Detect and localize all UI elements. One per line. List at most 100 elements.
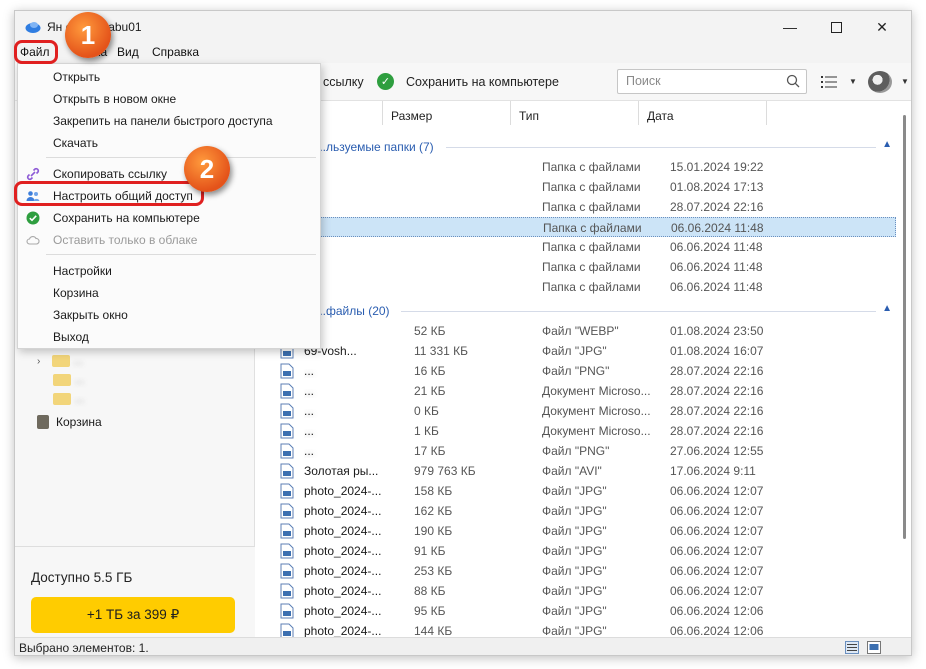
- menu-item-trash[interactable]: Корзина: [18, 282, 320, 304]
- tree-item-trash[interactable]: Корзина: [15, 412, 215, 432]
- cell-name: ...: [304, 404, 315, 418]
- scrollbar[interactable]: [903, 115, 906, 539]
- cell-type: Папка с файлами: [542, 160, 641, 174]
- file-icon: [280, 463, 294, 479]
- folder-icon: [53, 392, 71, 405]
- cell-size: 162 КБ: [414, 504, 453, 518]
- cell-name: ...: [304, 424, 315, 438]
- save-to-computer-button[interactable]: Сохранить на компьютере: [406, 75, 559, 89]
- folder-row[interactable]: ...Папка с файлами06.06.2024 11:48: [256, 277, 896, 297]
- copy-link-button[interactable]: ссылку: [323, 75, 364, 89]
- app-window: Ян ск - marabu01 — ✕ Файл ка Вид Справка…: [14, 10, 912, 656]
- column-type-header[interactable]: Тип: [511, 101, 639, 125]
- file-row[interactable]: photo_2024-... 158 КБ Файл "JPG" 06.06.2024…: [256, 481, 896, 501]
- cell-date: 06.06.2024 12:07: [670, 484, 764, 498]
- details-view-icon[interactable]: [845, 641, 859, 654]
- menu-item-exit[interactable]: Выход: [18, 326, 320, 348]
- cell-name: photo_2024-...: [304, 584, 382, 598]
- menu-item-pin[interactable]: Закрепить на панели быстрого доступа: [18, 110, 320, 132]
- file-row[interactable]: photo_2024-... 91 КБ Файл "JPG" 06.06.2024 …: [256, 541, 896, 561]
- file-row[interactable]: (1)52 КБФайл "WEBP"01.08.2024 23:50: [256, 321, 896, 341]
- file-row[interactable]: photo_2024-... 88 КБ Файл "JPG" 06.06.2024 …: [256, 581, 896, 601]
- cell-size: 91 КБ: [414, 544, 446, 558]
- file-row[interactable]: photo_2024-... 95 КБ Файл "JPG" 06.06.2024 …: [256, 601, 896, 621]
- cell-date: 15.01.2024 19:22: [670, 160, 764, 174]
- cell-date: 06.06.2024 12:07: [670, 524, 764, 538]
- cell-size: 16 КБ: [414, 364, 446, 378]
- cell-type: Документ Microso...: [542, 424, 651, 438]
- minimize-button[interactable]: —: [767, 11, 813, 43]
- view-dropdown-chevron-icon[interactable]: ▼: [849, 77, 857, 86]
- file-row[interactable]: photo_2024-... 253 КБ Файл "JPG" 06.06.2024…: [256, 561, 896, 581]
- cell-date: 01.08.2024 17:13: [670, 180, 764, 194]
- cell-date: 28.07.2024 22:16: [670, 384, 764, 398]
- file-row[interactable]: ... 17 КБ Файл "PNG" 27.06.2024 12:55: [256, 441, 896, 461]
- file-icon: [280, 583, 294, 599]
- menu-item-open[interactable]: Открыть: [18, 66, 320, 88]
- cell-date: 06.06.2024 12:07: [670, 564, 764, 578]
- avatar[interactable]: [868, 71, 892, 93]
- file-row[interactable]: ... 21 КБ Документ Microso... 28.07.2024 22…: [256, 381, 896, 401]
- cell-date: 28.07.2024 22:16: [670, 364, 764, 378]
- column-date-header[interactable]: Дата: [639, 101, 767, 125]
- tree-item-label: ...: [74, 391, 85, 405]
- menu-item-download[interactable]: Скачать: [18, 132, 320, 154]
- file-icon: [280, 363, 294, 379]
- file-icon: [280, 503, 294, 519]
- cell-type: Файл "JPG": [542, 624, 607, 638]
- column-size-header[interactable]: Размер: [383, 101, 511, 125]
- menu-item-close-window[interactable]: Закрыть окно: [18, 304, 320, 326]
- menu-help[interactable]: Справка: [152, 45, 199, 59]
- cell-date: 27.06.2024 12:55: [670, 444, 764, 458]
- file-row[interactable]: photo_2024-... 162 КБ Файл "JPG" 06.06.2024…: [256, 501, 896, 521]
- close-button[interactable]: ✕: [859, 11, 905, 43]
- cell-type: Файл "JPG": [542, 584, 607, 598]
- cell-size: 11 331 КБ: [414, 344, 469, 358]
- cell-type: Файл "JPG": [542, 504, 607, 518]
- search-icon: [786, 74, 800, 88]
- menu-item-open-new-window[interactable]: Открыть в новом окне: [18, 88, 320, 110]
- account-chevron-icon[interactable]: ▼: [901, 77, 909, 86]
- trash-icon: [37, 415, 49, 429]
- file-row[interactable]: ... 0 КБ Документ Microso... 28.07.2024 22:…: [256, 401, 896, 421]
- cloud-icon: [26, 235, 40, 245]
- collapse-chevron-icon[interactable]: ▲: [882, 303, 892, 314]
- tree-item[interactable]: ...: [53, 391, 84, 411]
- group-header-files[interactable]: ...файлы (20) ▲: [256, 303, 896, 321]
- list-view-icon[interactable]: [821, 75, 837, 89]
- search-input[interactable]: [626, 70, 786, 92]
- menu-item-cloud-only[interactable]: Оставить только в облаке: [18, 229, 320, 251]
- tree-item[interactable]: › ...: [37, 353, 83, 373]
- tiles-view-icon[interactable]: [867, 641, 881, 654]
- chevron-right-icon: ›: [37, 356, 41, 367]
- file-icon: [280, 383, 294, 399]
- file-row[interactable]: 69-vosh... 11 331 КБ Файл "JPG" 01.08.2024 …: [256, 341, 896, 361]
- file-row[interactable]: ... 16 КБ Файл "PNG" 28.07.2024 22:16: [256, 361, 896, 381]
- folder-row[interactable]: ...Папка с файлами28.07.2024 22:16: [256, 197, 896, 217]
- cell-type: Файл "JPG": [542, 564, 607, 578]
- check-icon: ✓: [377, 73, 394, 90]
- cell-date: 06.06.2024 12:07: [670, 584, 764, 598]
- folder-row[interactable]: ...Папка с файлами06.06.2024 11:48: [256, 217, 896, 237]
- collapse-chevron-icon[interactable]: ▲: [882, 139, 892, 150]
- maximize-button[interactable]: [813, 11, 859, 43]
- menu-item-settings[interactable]: Настройки: [18, 260, 320, 282]
- menu-item-save-computer[interactable]: Сохранить на компьютере: [18, 207, 320, 229]
- file-row[interactable]: ... 1 КБ Документ Microso... 28.07.2024 22:…: [256, 421, 896, 441]
- buy-storage-button[interactable]: +1 ТБ за 399 ₽: [31, 597, 235, 633]
- tree-item-label: ...: [73, 353, 84, 367]
- tree-item[interactable]: ...: [53, 372, 84, 392]
- folder-row[interactable]: ...Папка с файлами01.08.2024 17:13: [256, 177, 896, 197]
- file-row[interactable]: Золотая ры... 979 763 КБ Файл "AVI" 17.06.2…: [256, 461, 896, 481]
- cell-type: Файл "PNG": [542, 364, 610, 378]
- tree-item-label: Корзина: [56, 415, 102, 429]
- search-box[interactable]: [617, 69, 807, 94]
- cell-type: Папка с файлами: [542, 260, 641, 274]
- folder-row[interactable]: ...Папка с файлами06.06.2024 11:48: [256, 237, 896, 257]
- cell-size: 88 КБ: [414, 584, 446, 598]
- folder-row[interactable]: ...Папка с файлами15.01.2024 19:22: [256, 157, 896, 177]
- menu-view[interactable]: Вид: [117, 45, 139, 59]
- group-header-folders[interactable]: ...льзуемые папки (7) ▲: [256, 139, 896, 157]
- folder-row[interactable]: ...Папка с файлами06.06.2024 11:48: [256, 257, 896, 277]
- file-row[interactable]: photo_2024-... 190 КБ Файл "JPG" 06.06.2024…: [256, 521, 896, 541]
